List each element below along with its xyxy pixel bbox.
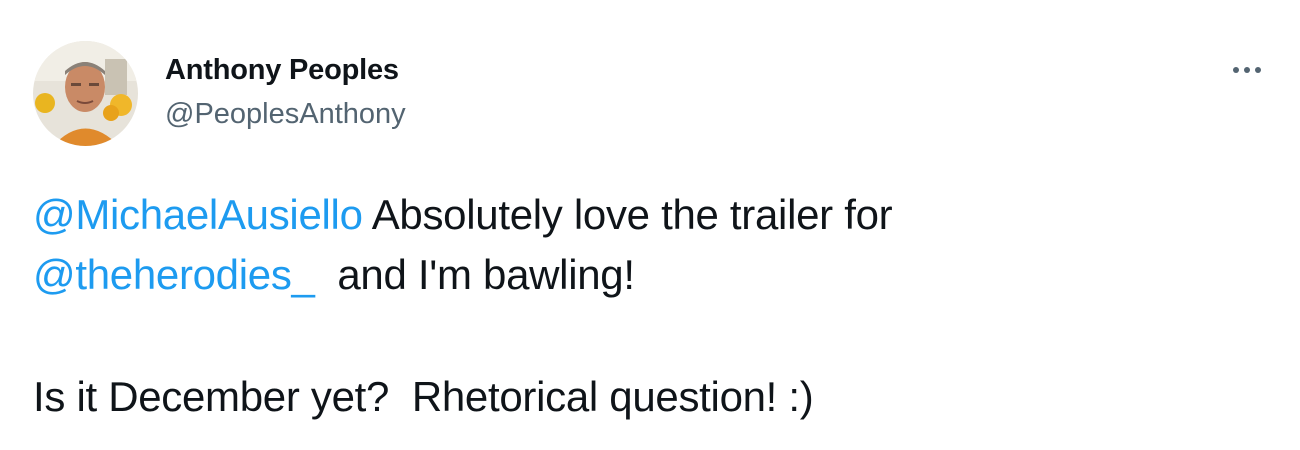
- more-horizontal-icon: [1244, 67, 1250, 73]
- tweet-line: @MichaelAusiello Absolutely love the tra…: [33, 185, 1263, 245]
- tweet-text: @MichaelAusiello Absolutely love the tra…: [33, 185, 1263, 427]
- tweet-line: Is it December yet? Rhetorical question!…: [33, 367, 1263, 427]
- author-display-name[interactable]: Anthony Peoples: [165, 52, 406, 88]
- tweet-text-segment: Is it December yet? Rhetorical question!…: [33, 373, 814, 420]
- mention-link[interactable]: @MichaelAusiello: [33, 191, 363, 238]
- avatar-photo: [33, 41, 138, 146]
- more-options-button[interactable]: [1222, 52, 1272, 88]
- tweet-text-segment: Absolutely love the trailer for: [362, 191, 893, 238]
- paragraph-break: [33, 305, 1263, 367]
- tweet-text-segment: and I'm bawling!: [314, 251, 635, 298]
- avatar[interactable]: [33, 41, 138, 146]
- more-horizontal-icon: [1255, 67, 1261, 73]
- author-handle[interactable]: @PeoplesAnthony: [165, 95, 406, 133]
- more-horizontal-icon: [1233, 67, 1239, 73]
- tweet-line: @theherodies_ and I'm bawling!: [33, 245, 1263, 305]
- tweet-card: Anthony Peoples @PeoplesAnthony @Michael…: [0, 0, 1300, 450]
- author-info: Anthony Peoples @PeoplesAnthony: [165, 52, 406, 133]
- mention-link[interactable]: @theherodies_: [33, 251, 315, 298]
